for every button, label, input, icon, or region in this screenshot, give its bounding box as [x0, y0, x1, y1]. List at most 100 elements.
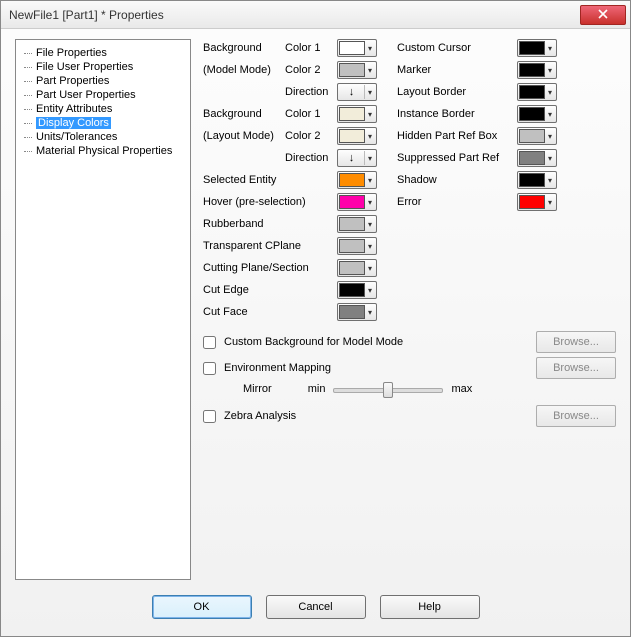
chevron-down-icon: ▾	[365, 176, 375, 185]
ok-button[interactable]: OK	[152, 595, 252, 619]
label-cut-face: Cut Face	[203, 306, 337, 318]
swatch	[339, 41, 365, 55]
color-hidden-part[interactable]: ▾	[517, 127, 557, 145]
chevron-down-icon: ▾	[365, 110, 375, 119]
label-color1: Color 1	[285, 42, 337, 54]
tree-item-entity-attributes[interactable]: Entity Attributes	[18, 102, 188, 116]
label-hover: Hover (pre-selection)	[203, 196, 337, 208]
tree-item-part-user-properties[interactable]: Part User Properties	[18, 88, 188, 102]
chevron-down-icon: ▾	[365, 286, 375, 295]
slider-thumb[interactable]	[383, 382, 393, 398]
chevron-down-icon: ▾	[545, 66, 555, 75]
browse-zebra-button[interactable]: Browse...	[536, 405, 616, 427]
label-rubberband: Rubberband	[203, 218, 337, 230]
window-title: NewFile1 [Part1] * Properties	[9, 8, 580, 22]
chevron-down-icon: ▾	[365, 264, 375, 273]
direction-model[interactable]: ↓▾	[337, 83, 377, 101]
browse-custom-bg-button[interactable]: Browse...	[536, 331, 616, 353]
chevron-down-icon: ▾	[545, 44, 555, 53]
label-min: min	[308, 383, 326, 395]
chevron-down-icon: ▾	[545, 132, 555, 141]
color-shadow[interactable]: ▾	[517, 171, 557, 189]
label-custom-bg: Custom Background for Model Mode	[224, 336, 403, 348]
display-colors-panel: Background Color 1 ▾ Custom Cursor ▾ (Mo…	[203, 39, 616, 580]
label-cutting-plane: Cutting Plane/Section	[203, 262, 337, 274]
color-selected-entity[interactable]: ▾	[337, 171, 377, 189]
browse-env-map-button[interactable]: Browse...	[536, 357, 616, 379]
chevron-down-icon: ▾	[365, 242, 375, 251]
label-cut-edge: Cut Edge	[203, 284, 337, 296]
tree-item-file-properties[interactable]: File Properties	[18, 46, 188, 60]
chevron-down-icon: ▾	[545, 88, 555, 97]
arrow-down-icon: ↓	[339, 85, 365, 99]
chevron-down-icon: ▾	[365, 132, 375, 141]
label-selected-entity: Selected Entity	[203, 174, 337, 186]
category-tree[interactable]: File Properties File User Properties Par…	[15, 39, 191, 580]
label-env-map: Environment Mapping	[224, 362, 331, 374]
close-button[interactable]	[580, 5, 626, 25]
color-cut-edge[interactable]: ▾	[337, 281, 377, 299]
color-custom-cursor[interactable]: ▾	[517, 39, 557, 57]
properties-dialog: NewFile1 [Part1] * Properties File Prope…	[0, 0, 631, 637]
color-error[interactable]: ▾	[517, 193, 557, 211]
color-hover[interactable]: ▾	[337, 193, 377, 211]
chevron-down-icon: ▾	[365, 308, 375, 317]
color-cutting-plane[interactable]: ▾	[337, 259, 377, 277]
label-transp-cplane: Transparent CPlane	[203, 240, 337, 252]
tree-item-units-tolerances[interactable]: Units/Tolerances	[18, 130, 188, 144]
close-icon	[598, 9, 608, 19]
chevron-down-icon: ▾	[545, 110, 555, 119]
label-error: Error	[397, 196, 517, 208]
chevron-down-icon: ▾	[365, 44, 375, 53]
content-area: File Properties File User Properties Par…	[1, 29, 630, 586]
label-hidden-part: Hidden Part Ref Box	[397, 130, 517, 142]
color-transp-cplane[interactable]: ▾	[337, 237, 377, 255]
label-bg-layout-sub: (Layout Mode)	[203, 130, 285, 142]
label-bg-model: Background	[203, 42, 285, 54]
checkbox-zebra[interactable]	[203, 410, 216, 423]
chevron-down-icon: ▾	[365, 66, 375, 75]
color-bg-layout-c2[interactable]: ▾	[337, 127, 377, 145]
titlebar: NewFile1 [Part1] * Properties	[1, 1, 630, 29]
chevron-down-icon: ▾	[365, 154, 375, 163]
tree-item-display-colors[interactable]: Display Colors	[18, 116, 188, 130]
direction-layout[interactable]: ↓▾	[337, 149, 377, 167]
chevron-down-icon: ▾	[545, 198, 555, 207]
color-marker[interactable]: ▾	[517, 61, 557, 79]
chevron-down-icon: ▾	[365, 88, 375, 97]
label-custom-cursor: Custom Cursor	[397, 42, 517, 54]
label-marker: Marker	[397, 64, 517, 76]
chevron-down-icon: ▾	[365, 220, 375, 229]
color-cut-face[interactable]: ▾	[337, 303, 377, 321]
cancel-button[interactable]: Cancel	[266, 595, 366, 619]
label-layout-border: Layout Border	[397, 86, 517, 98]
label-zebra: Zebra Analysis	[224, 410, 296, 422]
label-shadow: Shadow	[397, 174, 517, 186]
chevron-down-icon: ▾	[545, 176, 555, 185]
label-instance-border: Instance Border	[397, 108, 517, 120]
label-color2: Color 2	[285, 64, 337, 76]
label-suppressed: Suppressed Part Ref	[397, 152, 517, 164]
color-suppressed[interactable]: ▾	[517, 149, 557, 167]
label-mirror: Mirror	[243, 383, 272, 395]
color-layout-border[interactable]: ▾	[517, 83, 557, 101]
options-section: Custom Background for Model Mode Browse.…	[203, 331, 616, 427]
tree-item-part-properties[interactable]: Part Properties	[18, 74, 188, 88]
label-bg-model-sub: (Model Mode)	[203, 64, 285, 76]
label-bg-layout: Background	[203, 108, 285, 120]
tree-item-material-physical[interactable]: Material Physical Properties	[18, 144, 188, 158]
mirror-slider[interactable]	[333, 382, 443, 396]
arrow-down-icon: ↓	[339, 151, 365, 165]
chevron-down-icon: ▾	[365, 198, 375, 207]
color-instance-border[interactable]: ▾	[517, 105, 557, 123]
checkbox-env-map[interactable]	[203, 362, 216, 375]
color-bg-layout-c1[interactable]: ▾	[337, 105, 377, 123]
color-bg-model-c1[interactable]: ▾	[337, 39, 377, 57]
tree-item-file-user-properties[interactable]: File User Properties	[18, 60, 188, 74]
color-rubberband[interactable]: ▾	[337, 215, 377, 233]
dialog-footer: OK Cancel Help	[1, 586, 630, 636]
label-max: max	[451, 383, 472, 395]
color-bg-model-c2[interactable]: ▾	[337, 61, 377, 79]
checkbox-custom-bg[interactable]	[203, 336, 216, 349]
help-button[interactable]: Help	[380, 595, 480, 619]
